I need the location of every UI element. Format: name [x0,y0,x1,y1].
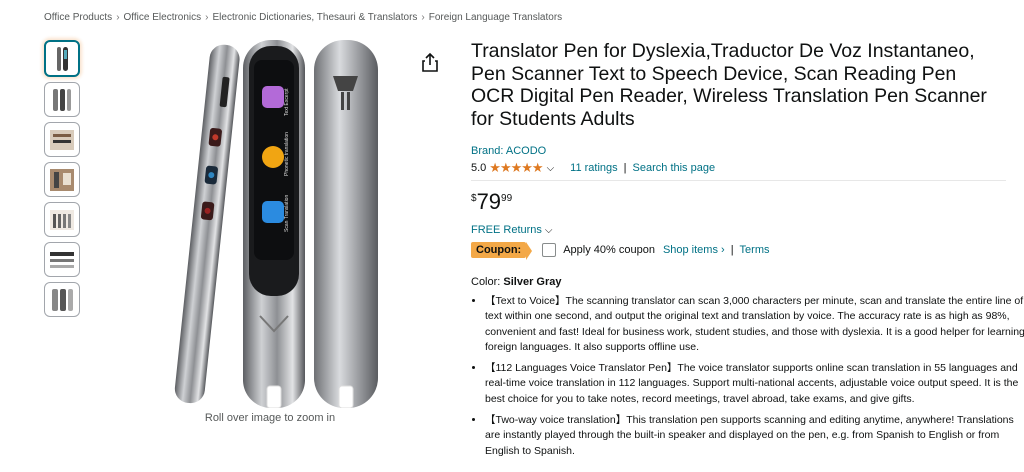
terms-link[interactable]: Terms [740,244,770,256]
rating-stars[interactable]: ★★★★★ [489,160,543,176]
rating-row: 5.0 ★★★★★ ⌵ 11 ratings | Search this pag… [471,160,715,176]
thumbnail-3[interactable] [44,122,80,157]
coupon-text[interactable]: Apply 40% coupon [563,244,655,256]
feature-bullet: 【112 Languages Voice Translator Pen】The … [485,361,1024,407]
separator: | [730,244,734,256]
image-thumbnails [44,40,84,322]
breadcrumb-electronic-dictionaries[interactable]: Electronic Dictionaries, Thesauri & Tran… [213,12,418,23]
price-whole: 79 [476,189,502,214]
chevron-down-icon[interactable]: ⌵ [547,163,555,174]
feature-bullet: 【Text to Voice】The scanning translator c… [485,294,1024,355]
thumbnail-1[interactable] [44,40,80,77]
search-this-page-link[interactable]: Search this page [633,162,716,174]
divider [471,180,1006,181]
thumbnail-7[interactable] [44,282,80,317]
chevron-down-icon: ⌵ [544,224,553,236]
thumbnail-2[interactable] [44,82,80,117]
thumbnail-5[interactable] [44,202,80,237]
ratings-count-link[interactable]: 11 ratings [570,162,618,174]
thumbnail-6[interactable] [44,242,80,277]
price: $ 79 99 [471,190,512,214]
breadcrumb: Office Products › Office Electronics › Elect… [44,12,562,23]
share-icon[interactable] [420,52,440,74]
separator: | [623,162,627,174]
color-label: Color: [471,276,501,288]
color-row: Color: Silver Gray [471,276,562,288]
coupon-badge: Coupon: [471,242,533,260]
breadcrumb-sep: › [421,12,425,23]
feature-bullet: 【Two-way voice translation】This translat… [485,413,1024,459]
free-returns-link[interactable]: FREE Returns ⌵ [471,224,553,236]
feature-bullets: 【Text to Voice】The scanning translator c… [471,294,1024,465]
free-returns-label: FREE Returns [471,224,542,236]
price-fraction: 99 [501,193,513,204]
main-product-image[interactable]: Text Excerpt Phonetic translation Scan T… [148,36,388,408]
coupon-checkbox[interactable] [542,243,557,257]
color-value: Silver Gray [503,276,562,288]
breadcrumb-office-electronics[interactable]: Office Electronics [124,12,202,23]
breadcrumb-sep: › [116,12,120,23]
product-title: Translator Pen for Dyslexia,Traductor De… [471,40,987,130]
screen-label-text-excerpt: Text Excerpt [284,88,290,116]
screen-label-scan: Scan Translation [284,195,290,232]
breadcrumb-sep: › [205,12,209,23]
thumbnail-4[interactable] [44,162,80,197]
breadcrumb-foreign-language-translators[interactable]: Foreign Language Translators [429,12,562,23]
zoom-hint: Roll over image to zoom in [204,412,336,424]
screen-label-phonetic: Phonetic translation [284,132,290,176]
breadcrumb-office-products[interactable]: Office Products [44,12,112,23]
coupon-row: Coupon: Apply 40% coupon Shop items › | … [471,242,770,260]
brand-link[interactable]: Brand: ACODO [471,145,546,157]
rating-value: 5.0 [471,162,487,174]
shop-items-link[interactable]: Shop items › [663,244,725,256]
